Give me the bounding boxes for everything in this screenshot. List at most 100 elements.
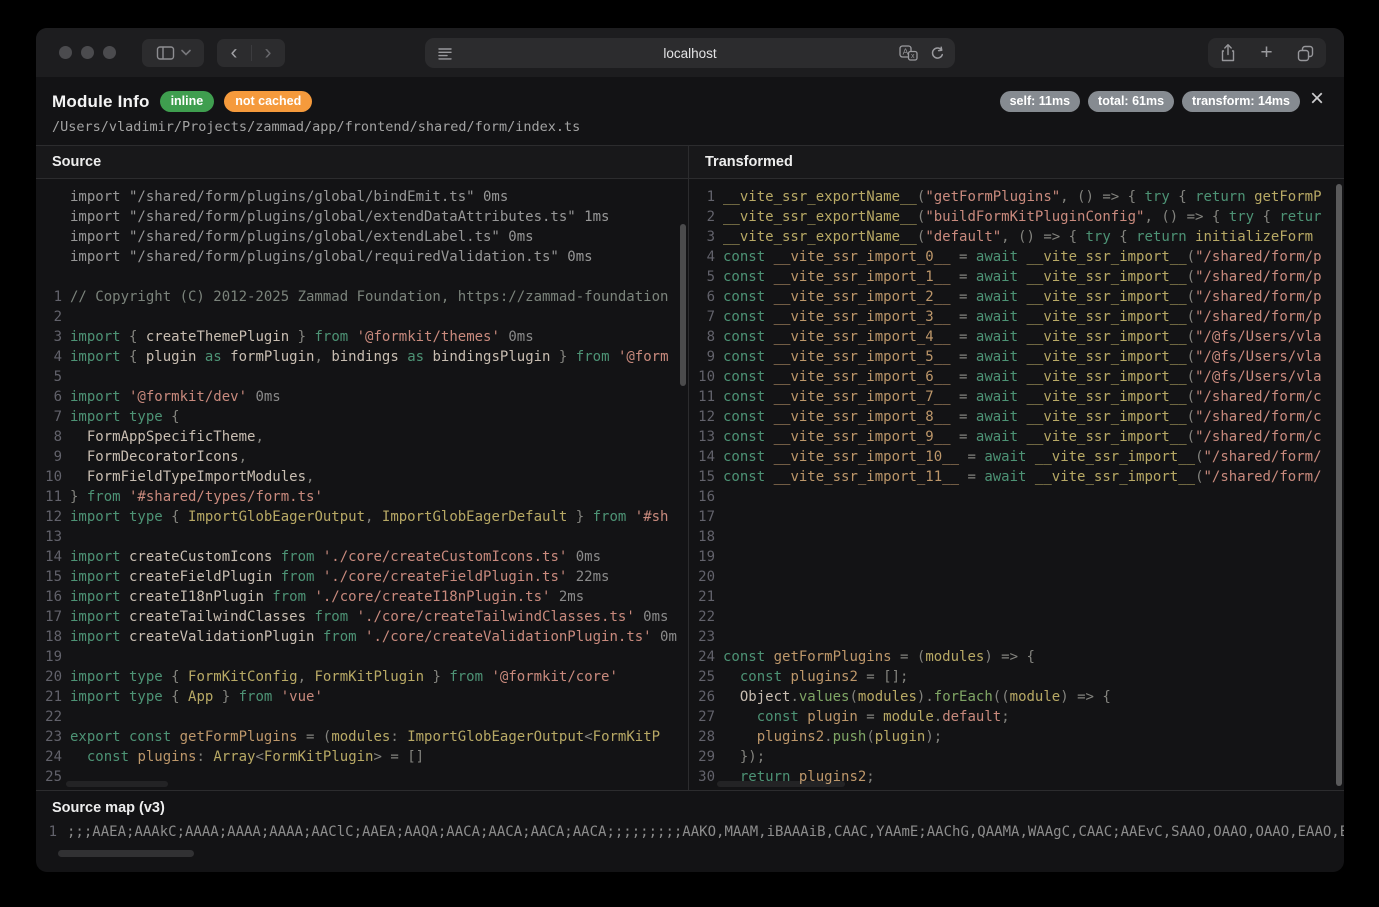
module-link[interactable]: "buildFormKitPluginConfig" xyxy=(925,209,1144,225)
reader-icon[interactable] xyxy=(437,46,453,61)
module-link[interactable]: "/shared/form/p xyxy=(1195,309,1321,325)
line-number xyxy=(36,207,62,227)
line-number: 5 xyxy=(36,367,62,387)
code-line: 10const __vite_ssr_import_6__ = await __… xyxy=(689,367,1344,387)
line-number: 21 xyxy=(36,687,62,707)
module-link[interactable]: "/@fs/Users/vla xyxy=(1195,329,1321,345)
module-link[interactable]: "/shared/form/c xyxy=(1195,389,1321,405)
source-map-mappings: ;;;AAEA;AAAkC;AAAA;AAAA;AAAA;AAClC;AAEA;… xyxy=(67,822,1344,842)
transformed-panel[interactable]: Transformed 1__vite_ssr_exportName__("ge… xyxy=(689,146,1344,790)
code-line: 20import type { FormKitConfig, FormKitPl… xyxy=(36,667,688,687)
module-link[interactable]: '@formkit/dev' xyxy=(121,389,247,405)
module-link[interactable]: "/shared/form/p xyxy=(1195,289,1321,305)
module-link[interactable]: default xyxy=(942,709,1001,725)
page-title: Module Info xyxy=(52,92,150,112)
line-number xyxy=(36,247,62,267)
code-line: 2__vite_ssr_exportName__("buildFormKitPl… xyxy=(689,207,1344,227)
svg-text:x: x xyxy=(911,53,915,60)
module-link[interactable]: "/@fs/Users/vla xyxy=(1195,349,1321,365)
code-panels: Source import "/shared/form/plugins/glob… xyxy=(36,145,1344,790)
module-link[interactable]: "getFormPlugins" xyxy=(925,189,1060,205)
line-number: 9 xyxy=(36,447,62,467)
sidebar-toggle-button[interactable] xyxy=(142,39,204,67)
code-line: 14const __vite_ssr_import_10__ = await _… xyxy=(689,447,1344,467)
line-number: 20 xyxy=(36,667,62,687)
code-line: 18import createValidationPlugin from './… xyxy=(36,627,688,647)
code-line: 16import createI18nPlugin from './core/c… xyxy=(36,587,688,607)
code-line: 18 xyxy=(689,527,1344,547)
tab-overview-icon[interactable] xyxy=(1296,44,1315,63)
source-panel[interactable]: Source import "/shared/form/plugins/glob… xyxy=(36,146,689,790)
code-line: import "/shared/form/plugins/global/requ… xyxy=(36,247,688,267)
svg-text:A: A xyxy=(903,47,909,57)
module-link[interactable]: './core/createI18nPlugin.ts' xyxy=(306,589,550,605)
module-link[interactable]: '@form xyxy=(610,349,669,365)
module-link[interactable]: './core/createTailwindClasses.ts' xyxy=(348,609,635,625)
back-button[interactable]: ‹ xyxy=(218,40,251,66)
close-window-button[interactable] xyxy=(59,46,72,59)
reload-icon[interactable] xyxy=(930,46,945,61)
line-number: 15 xyxy=(36,567,62,587)
transformed-horizontal-scrollbar[interactable] xyxy=(717,781,845,787)
translate-icon[interactable]: A x xyxy=(899,45,918,61)
code-line: 7const __vite_ssr_import_3__ = await __v… xyxy=(689,307,1344,327)
code-line: 22 xyxy=(36,707,688,727)
module-link[interactable]: "/shared/form/p xyxy=(1195,269,1321,285)
line-number: 23 xyxy=(689,627,715,647)
new-tab-button[interactable]: + xyxy=(1260,43,1272,63)
line-number: 13 xyxy=(689,427,715,447)
line-number: 8 xyxy=(689,327,715,347)
module-link[interactable]: '@formkit/core' xyxy=(483,669,618,685)
line-number: 17 xyxy=(689,507,715,527)
module-link[interactable]: './core/createFieldPlugin.ts' xyxy=(314,569,567,585)
module-link[interactable]: '#sh xyxy=(626,509,668,525)
module-link[interactable]: './core/createValidationPlugin.ts' xyxy=(357,629,652,645)
module-link[interactable]: "/shared/form/ xyxy=(1204,469,1322,485)
transformed-vertical-scrollbar[interactable] xyxy=(1336,184,1342,786)
zoom-window-button[interactable] xyxy=(103,46,116,59)
source-map-horizontal-scrollbar[interactable] xyxy=(58,850,194,857)
line-number: 21 xyxy=(689,587,715,607)
source-panel-title: Source xyxy=(36,146,688,179)
line-number: 16 xyxy=(689,487,715,507)
line-number xyxy=(36,187,62,207)
share-icon[interactable] xyxy=(1219,43,1237,63)
code-line: 2 xyxy=(36,307,688,327)
module-link[interactable]: '@formkit/themes' xyxy=(348,329,500,345)
minimize-window-button[interactable] xyxy=(81,46,94,59)
line-number: 10 xyxy=(36,467,62,487)
code-line: 13const __vite_ssr_import_9__ = await __… xyxy=(689,427,1344,447)
code-line: 24const getFormPlugins = (modules) => { xyxy=(689,647,1344,667)
source-code[interactable]: import "/shared/form/plugins/global/bind… xyxy=(36,179,688,784)
source-horizontal-scrollbar[interactable] xyxy=(66,781,168,787)
line-number: 12 xyxy=(689,407,715,427)
address-bar[interactable]: localhost A x xyxy=(425,38,955,68)
forward-button[interactable]: › xyxy=(252,40,285,66)
module-link[interactable]: "/@fs/Users/vla xyxy=(1195,369,1321,385)
code-line: import "/shared/form/plugins/global/exte… xyxy=(36,227,688,247)
line-number: 15 xyxy=(689,467,715,487)
code-line: 23export const getFormPlugins = (modules… xyxy=(36,727,688,747)
close-button[interactable]: × xyxy=(1304,85,1330,113)
line-number: 13 xyxy=(36,527,62,547)
timing-badge: transform: 14ms xyxy=(1182,91,1300,112)
module-link[interactable]: "default" xyxy=(925,229,1001,245)
module-link[interactable]: 'vue' xyxy=(272,689,323,705)
module-link[interactable]: './core/createCustomIcons.ts' xyxy=(314,549,567,565)
module-link[interactable]: "/shared/form/c xyxy=(1195,409,1321,425)
module-link[interactable]: "/shared/form/p xyxy=(1195,249,1321,265)
transformed-code[interactable]: 1__vite_ssr_exportName__("getFormPlugins… xyxy=(689,179,1344,784)
module-link[interactable]: "/shared/form/c xyxy=(1195,429,1321,445)
line-number xyxy=(36,267,62,287)
line-number: 11 xyxy=(689,387,715,407)
source-vertical-scrollbar[interactable] xyxy=(680,224,686,386)
module-link[interactable]: "/shared/form/ xyxy=(1204,449,1322,465)
line-number: 29 xyxy=(689,747,715,767)
source-map-section: Source map (v3) 1 ;;;AAEA;AAAkC;AAAA;AAA… xyxy=(36,790,1344,865)
code-line: 17import createTailwindClasses from './c… xyxy=(36,607,688,627)
code-line: 5 xyxy=(36,367,688,387)
module-link[interactable]: '#shared/types/form.ts' xyxy=(121,489,323,505)
code-line: 15const __vite_ssr_import_11__ = await _… xyxy=(689,467,1344,487)
line-number: 18 xyxy=(689,527,715,547)
browser-window: ‹ › localhost A x xyxy=(36,28,1344,872)
